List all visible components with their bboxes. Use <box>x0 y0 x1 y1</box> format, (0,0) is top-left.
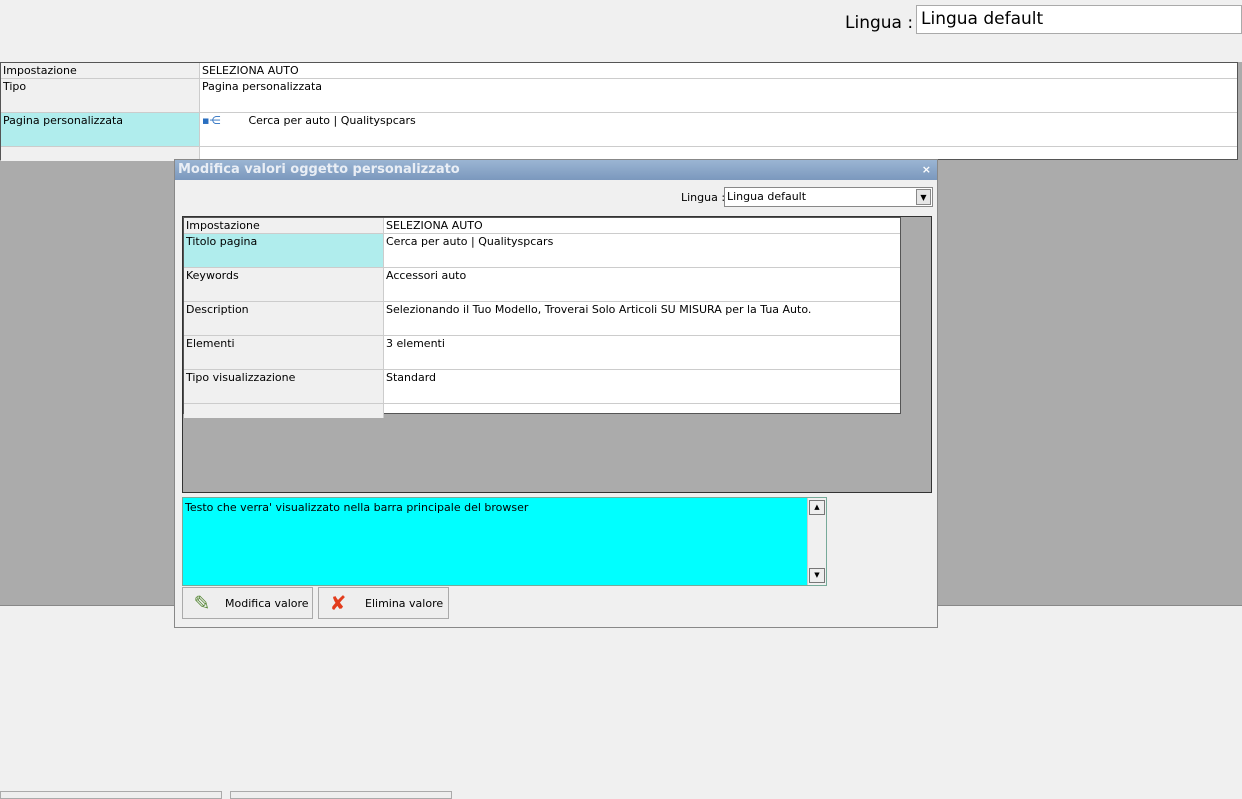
grid-header: Impostazione SELEZIONA AUTO <box>184 218 900 234</box>
edit-icon: ✎ <box>193 591 211 615</box>
dialog-language-label: Lingua : <box>681 191 726 204</box>
table-row[interactable] <box>184 404 900 418</box>
row-value-text: Cerca per auto | Qualityspcars <box>248 114 416 127</box>
table-row[interactable]: Tipo Pagina personalizzata <box>1 79 1237 113</box>
header-cell: SELEZIONA AUTO <box>386 219 483 232</box>
table-row[interactable]: Tipo visualizzazione Standard <box>184 370 900 404</box>
table-row[interactable]: Titolo pagina Cerca per auto | Qualityspc… <box>184 234 900 268</box>
header-cell: Impostazione <box>184 218 384 233</box>
table-row[interactable]: Keywords Accessori auto <box>184 268 900 302</box>
header-cell: SELEZIONA AUTO <box>202 64 299 77</box>
grid-header: Impostazione SELEZIONA AUTO <box>1 63 1237 79</box>
modify-value-button[interactable]: ✎ Modifica valore <box>182 587 313 619</box>
empty-cell <box>184 404 384 418</box>
dialog-title: Modifica valori oggetto personalizzato <box>175 160 937 180</box>
button-label: Modifica valore <box>225 596 309 610</box>
row-value[interactable]: Selezionando il Tuo Modello, Troverai So… <box>384 302 900 335</box>
row-value[interactable]: Cerca per auto | Qualityspcars <box>384 234 900 267</box>
row-label: Titolo pagina <box>184 234 384 267</box>
language-input[interactable]: Lingua default <box>916 5 1242 34</box>
dialog-language-select[interactable]: Lingua default ▼ <box>724 187 933 207</box>
table-row[interactable]: Description Selezionando il Tuo Modello, … <box>184 302 900 336</box>
bottom-button[interactable] <box>230 791 452 799</box>
selected-language: Lingua default <box>727 190 807 203</box>
bottom-button[interactable] <box>0 791 222 799</box>
row-label: Keywords <box>184 268 384 301</box>
row-label: Tipo visualizzazione <box>184 370 384 403</box>
delete-value-button[interactable]: ✘ Elimina valore <box>318 587 449 619</box>
row-label: Description <box>184 302 384 335</box>
values-grid: Impostazione SELEZIONA AUTO Titolo pagina… <box>183 217 901 418</box>
scroll-down-icon[interactable]: ▼ <box>809 568 825 583</box>
row-label: Pagina personalizzata <box>1 113 200 146</box>
properties-grid: Impostazione SELEZIONA AUTO Tipo Pagina pe… <box>0 62 1238 161</box>
row-value[interactable]: Standard <box>384 370 900 403</box>
row-label: Tipo <box>1 79 200 112</box>
delete-icon: ✘ <box>329 591 347 615</box>
empty-cell <box>384 404 900 418</box>
scroll-up-icon[interactable]: ▲ <box>809 500 825 515</box>
button-label: Elimina valore <box>365 596 444 610</box>
row-value[interactable]: 3 elementi <box>384 336 900 369</box>
chevron-down-icon[interactable]: ▼ <box>916 189 931 205</box>
header-cell: Impostazione <box>1 63 200 78</box>
description-text: Testo che verra' visualizzato nella barr… <box>185 501 529 514</box>
close-icon[interactable]: × <box>922 163 931 176</box>
empty-cell <box>1 147 200 161</box>
description-textarea[interactable]: Testo che verra' visualizzato nella barr… <box>182 497 827 586</box>
row-value[interactable]: ▪⋲ Cerca per auto | Qualityspcars <box>200 113 1237 146</box>
table-row[interactable]: Elementi 3 elementi <box>184 336 900 370</box>
sitemap-icon: ▪⋲ <box>202 114 221 127</box>
row-label: Elementi <box>184 336 384 369</box>
values-grid-container: Impostazione SELEZIONA AUTO Titolo pagina… <box>182 216 932 493</box>
row-value[interactable]: Pagina personalizzata <box>200 79 1237 112</box>
scrollbar[interactable]: ▲ ▼ <box>807 498 826 585</box>
table-row[interactable]: Pagina personalizzata ▪⋲ Cerca per auto | … <box>1 113 1237 147</box>
row-value[interactable]: Accessori auto <box>384 268 900 301</box>
edit-dialog: Modifica valori oggetto personalizzato ×… <box>174 159 938 628</box>
language-label: Lingua : <box>845 13 914 33</box>
